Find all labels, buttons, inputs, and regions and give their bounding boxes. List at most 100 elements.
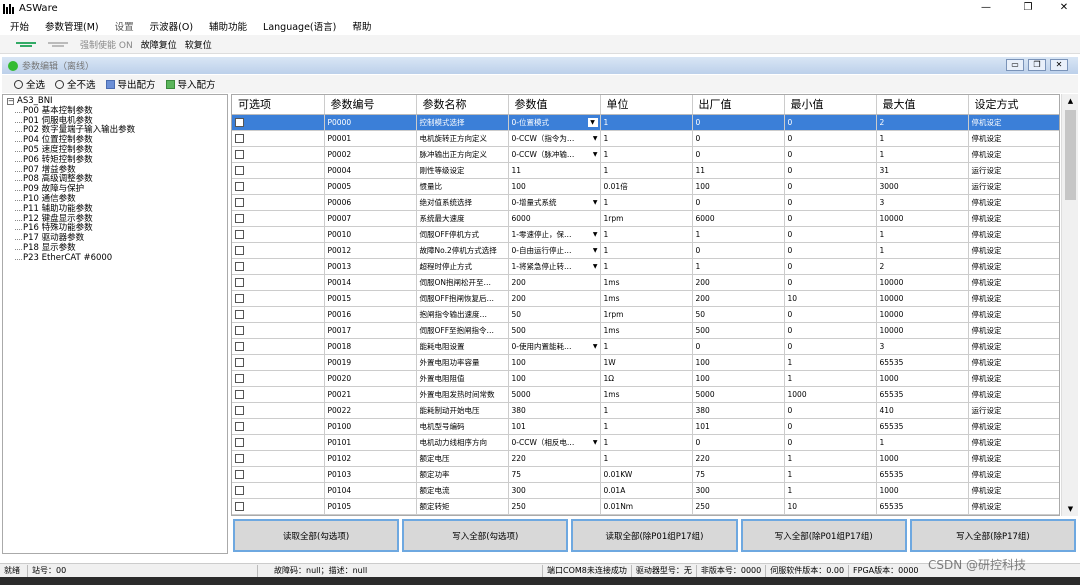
soft-reset-button[interactable]: 软复位 <box>185 38 212 51</box>
column-header[interactable]: 出厂值 <box>692 95 785 115</box>
child-minimize-button[interactable]: ▭ <box>1006 59 1024 71</box>
write-all-checked-button[interactable]: 写入全部(勾选项) <box>402 519 569 552</box>
table-row[interactable]: P0101 电机动力线相序方向 0-CCW（相反电… ▼ 1 0 0 1 停机设定 <box>232 434 1059 451</box>
row-checkbox[interactable] <box>235 213 244 223</box>
table-row[interactable]: P0000 控制模式选择 0-位置模式 ▼ 1 0 0 2 停机设定 <box>232 114 1059 131</box>
table-row[interactable]: P0105 额定转矩 250 0.01Nm 250 10 65535 停机设定 <box>232 498 1059 515</box>
child-restore-button[interactable]: ❐ <box>1028 59 1046 71</box>
table-row[interactable]: P0007 系统最大速度 6000 1rpm 6000 0 10000 停机设定 <box>232 210 1059 227</box>
param-value-cell[interactable]: 1-零速停止，保… ▼ <box>508 226 601 243</box>
dropdown-arrow-icon[interactable]: ▼ <box>593 231 598 238</box>
dropdown-arrow-icon[interactable]: ▼ <box>587 117 598 127</box>
table-row[interactable]: P0012 故障No.2停机方式选择 0-自由运行停止… ▼ 1 0 0 1 停机设定 <box>232 242 1059 259</box>
table-row[interactable]: P0018 能耗电阻设置 0-使用内置能耗… ▼ 1 0 0 3 停机设定 <box>232 338 1059 355</box>
param-value-cell[interactable]: 0-自由运行停止… ▼ <box>508 242 601 259</box>
param-value-cell[interactable]: 500 <box>508 322 601 339</box>
menu-help[interactable]: 帮助 <box>352 19 371 33</box>
row-checkbox[interactable] <box>235 181 244 191</box>
table-row[interactable]: P0013 超程时停止方式 1-将紧急停止转… ▼ 1 1 0 2 停机设定 <box>232 258 1059 275</box>
child-close-button[interactable]: ✕ <box>1050 59 1068 71</box>
dropdown-arrow-icon[interactable]: ▼ <box>593 199 598 206</box>
row-checkbox[interactable] <box>235 165 244 175</box>
disconnect-icon[interactable] <box>48 40 68 48</box>
table-row[interactable]: P0005 惯量比 100 0.01倍 100 0 3000 运行设定 <box>232 178 1059 195</box>
row-checkbox[interactable] <box>235 133 244 143</box>
param-value-cell[interactable]: 0-CCW（相反电… ▼ <box>508 434 601 451</box>
row-checkbox[interactable] <box>235 197 244 207</box>
param-value-cell[interactable]: 0-使用内置能耗… ▼ <box>508 338 601 355</box>
row-checkbox[interactable] <box>235 373 244 383</box>
row-checkbox[interactable] <box>235 485 244 495</box>
import-recipe-button[interactable]: 导入配方 <box>165 77 216 91</box>
write-all-except-p17-button[interactable]: 写入全部(除P17组) <box>909 519 1077 552</box>
param-value-cell[interactable]: 380 <box>508 402 601 419</box>
table-row[interactable]: P0022 能耗制动开始电压 380 1 380 0 410 运行设定 <box>232 402 1059 419</box>
menu-language[interactable]: Language(语言) <box>263 19 336 33</box>
column-header[interactable]: 设定方式 <box>968 95 1059 115</box>
collapse-icon[interactable]: − <box>7 98 14 106</box>
connect-icon[interactable] <box>16 40 36 48</box>
row-checkbox[interactable] <box>235 437 244 447</box>
select-all-button[interactable]: 全选 <box>14 77 45 91</box>
dropdown-arrow-icon[interactable]: ▼ <box>593 263 598 270</box>
dropdown-arrow-icon[interactable]: ▼ <box>593 343 598 350</box>
row-checkbox[interactable] <box>235 389 244 399</box>
table-row[interactable]: P0002 脉冲输出正方向定义 0-CCW（脉冲输… ▼ 1 0 0 1 停机设定 <box>232 146 1059 163</box>
param-value-cell[interactable]: 0-CCW（脉冲输… ▼ <box>508 146 601 163</box>
row-checkbox[interactable] <box>235 277 244 287</box>
param-value-cell[interactable]: 75 <box>508 466 601 483</box>
fault-reset-button[interactable]: 故障复位 <box>141 38 177 51</box>
row-checkbox[interactable] <box>235 117 244 127</box>
table-row[interactable]: P0017 伺服OFF至抱闸指令… 500 1ms 500 0 10000 停机设定 <box>232 322 1059 339</box>
menu-aux-functions[interactable]: 辅助功能 <box>209 19 247 33</box>
menu-oscilloscope[interactable]: 示波器(O) <box>150 19 193 33</box>
column-header[interactable]: 参数编号 <box>324 95 417 115</box>
read-all-checked-button[interactable]: 读取全部(勾选项) <box>233 519 400 552</box>
row-checkbox[interactable] <box>235 469 244 479</box>
param-value-cell[interactable]: 300 <box>508 482 601 499</box>
row-checkbox[interactable] <box>235 261 244 271</box>
param-value-cell[interactable]: 6000 <box>508 210 601 227</box>
dropdown-arrow-icon[interactable]: ▼ <box>593 439 598 446</box>
table-row[interactable]: P0021 外置电阻发热时间常数 5000 1ms 5000 1000 65535 停机设定 <box>232 386 1059 403</box>
column-header[interactable]: 单位 <box>600 95 693 115</box>
table-row[interactable]: P0100 电机型号编码 101 1 101 0 65535 停机设定 <box>232 418 1059 435</box>
table-row[interactable]: P0103 额定功率 75 0.01KW 75 1 65535 停机设定 <box>232 466 1059 483</box>
row-checkbox[interactable] <box>235 405 244 415</box>
param-value-cell[interactable]: 220 <box>508 450 601 467</box>
row-checkbox[interactable] <box>235 501 244 511</box>
minimize-button[interactable]: — <box>968 0 1004 16</box>
column-header[interactable]: 最大值 <box>876 95 969 115</box>
row-checkbox[interactable] <box>235 453 244 463</box>
menu-start[interactable]: 开始 <box>10 19 29 33</box>
table-row[interactable]: P0014 伺服ON抱闸松开至… 200 1ms 200 0 10000 停机设定 <box>232 274 1059 291</box>
menu-param-manage[interactable]: 参数管理(M) <box>45 19 99 33</box>
param-value-cell[interactable]: 0-位置模式 ▼ <box>508 114 601 131</box>
table-scrollbar[interactable]: ▲ ▼ <box>1061 94 1078 516</box>
param-value-cell[interactable]: 100 <box>508 354 601 371</box>
menu-settings[interactable]: 设置 <box>115 19 134 33</box>
deselect-all-button[interactable]: 全不选 <box>55 77 96 91</box>
scroll-up-icon[interactable]: ▲ <box>1062 94 1079 108</box>
param-value-cell[interactable]: 11 <box>508 162 601 179</box>
table-row[interactable]: P0016 抱闸指令输出速度… 50 1rpm 50 0 10000 停机设定 <box>232 306 1059 323</box>
table-row[interactable]: P0010 伺服OFF停机方式 1-零速停止，保… ▼ 1 1 0 1 停机设定 <box>232 226 1059 243</box>
maximize-button[interactable]: ❐ <box>1010 0 1046 16</box>
column-header[interactable]: 参数名称 <box>416 95 509 115</box>
table-row[interactable]: P0015 伺服OFF抱闸恢复后… 200 1ms 200 10 10000 停机设定 <box>232 290 1059 307</box>
column-header[interactable]: 最小值 <box>784 95 877 115</box>
param-value-cell[interactable]: 101 <box>508 418 601 435</box>
dropdown-arrow-icon[interactable]: ▼ <box>593 151 598 158</box>
row-checkbox[interactable] <box>235 245 244 255</box>
row-checkbox[interactable] <box>235 325 244 335</box>
row-checkbox[interactable] <box>235 357 244 367</box>
param-value-cell[interactable]: 200 <box>508 274 601 291</box>
row-checkbox[interactable] <box>235 293 244 303</box>
export-recipe-button[interactable]: 导出配方 <box>105 77 156 91</box>
table-row[interactable]: P0001 电机旋转正方向定义 0-CCW（指令为… ▼ 1 0 0 1 停机设定 <box>232 130 1059 147</box>
dropdown-arrow-icon[interactable]: ▼ <box>593 247 598 254</box>
column-header[interactable]: 可选项 <box>232 95 325 115</box>
table-row[interactable]: P0006 绝对值系统选择 0-增量式系统 ▼ 1 0 0 3 停机设定 <box>232 194 1059 211</box>
row-checkbox[interactable] <box>235 341 244 351</box>
param-value-cell[interactable]: 50 <box>508 306 601 323</box>
